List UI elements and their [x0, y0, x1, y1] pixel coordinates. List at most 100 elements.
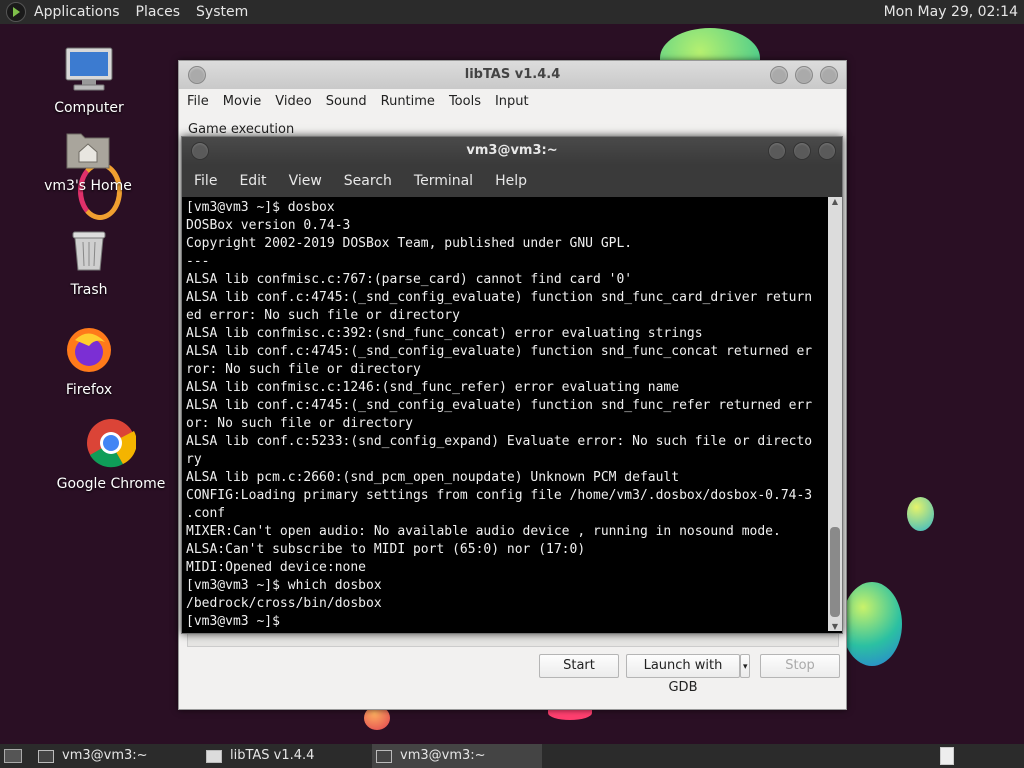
- menu-system[interactable]: System: [196, 4, 248, 20]
- home-folder-icon: [33, 128, 143, 174]
- terminal-line: ALSA lib confmisc.c:392:(snd_func_concat…: [186, 326, 703, 341]
- trash-icon: [34, 228, 144, 278]
- menu-search[interactable]: Search: [344, 173, 392, 189]
- terminal-line: ALSA lib confmisc.c:767:(parse_card) can…: [186, 272, 633, 287]
- chevron-down-icon: ▾: [743, 662, 748, 672]
- terminal-line: ed error: No such file or directory: [186, 308, 460, 323]
- window-menu-button[interactable]: [191, 142, 209, 160]
- desktop-icon-firefox[interactable]: Firefox: [34, 326, 144, 398]
- terminal-line: or: No such file or directory: [186, 416, 413, 431]
- terminal-line: .conf: [186, 506, 226, 521]
- wallpaper-blob: [842, 582, 902, 666]
- terminal-line: ALSA lib pcm.c:2660:(snd_pcm_open_noupda…: [186, 470, 680, 485]
- libtas-input-field: [187, 633, 839, 647]
- terminal-menubar: File Edit View Search Terminal Help: [182, 165, 842, 197]
- menu-terminal[interactable]: Terminal: [414, 173, 473, 189]
- desktop-icon-label: Google Chrome: [56, 476, 166, 492]
- show-desktop-button[interactable]: [4, 744, 22, 768]
- desktop-icon-label: Trash: [70, 282, 108, 298]
- bottom-taskbar: vm3@vm3:~ libTAS v1.4.4 vm3@vm3:~: [0, 744, 1024, 768]
- taskbar-item-label: vm3@vm3:~: [62, 748, 148, 763]
- show-desktop-icon: [4, 749, 22, 763]
- menu-places[interactable]: Places: [136, 4, 181, 20]
- menu-help[interactable]: Help: [495, 173, 527, 189]
- terminal-line: ALSA:Can't subscribe to MIDI port (65:0)…: [186, 542, 586, 557]
- scrollbar-thumb[interactable]: [830, 527, 840, 617]
- taskbar-item-terminal-1[interactable]: vm3@vm3:~: [38, 744, 198, 768]
- menu-video[interactable]: Video: [275, 94, 311, 109]
- maximize-button[interactable]: [793, 142, 811, 160]
- launch-with-gdb-button[interactable]: Launch with GDB: [626, 654, 740, 695]
- menu-runtime[interactable]: Runtime: [381, 94, 435, 109]
- menu-view[interactable]: View: [289, 173, 322, 189]
- terminal-scrollbar[interactable]: ▲ ▼: [828, 197, 842, 631]
- terminal-line: [vm3@vm3 ~]$: [186, 614, 288, 629]
- computer-icon: [34, 46, 144, 96]
- firefox-icon: [34, 326, 144, 378]
- terminal-line: /bedrock/cross/bin/dosbox: [186, 596, 382, 611]
- terminal-line: ALSA lib conf.c:4745:(_snd_config_evalua…: [186, 398, 813, 413]
- applications-logo-icon[interactable]: [6, 2, 26, 22]
- terminal-title: vm3@vm3:~: [466, 143, 558, 158]
- desktop-icon-label: Firefox: [65, 382, 113, 398]
- top-panel: Applications Places System Mon May 29, 0…: [0, 0, 1024, 24]
- terminal-icon: [376, 749, 392, 763]
- desktop-icon-home[interactable]: vm3's Home: [33, 128, 143, 194]
- terminal-output[interactable]: [vm3@vm3 ~]$ dosbox DOSBox version 0.74-3…: [182, 197, 831, 633]
- taskbar-item-label: vm3@vm3:~: [400, 748, 486, 763]
- libtas-title: libTAS v1.4.4: [464, 67, 561, 82]
- desktop-icon-label: vm3's Home: [44, 178, 132, 194]
- terminal-line: ror: No such file or directory: [186, 362, 421, 377]
- stop-button[interactable]: Stop: [760, 654, 840, 678]
- gdb-dropdown-button[interactable]: ▾: [740, 654, 750, 678]
- terminal-line: ry: [186, 452, 202, 467]
- close-button[interactable]: [818, 142, 836, 160]
- taskbar-item-terminal-2[interactable]: vm3@vm3:~: [372, 744, 542, 768]
- execution-buttons: Start Launch with GDB ▾ Stop: [539, 654, 840, 695]
- menu-edit[interactable]: Edit: [239, 173, 266, 189]
- window-icon: [206, 749, 222, 763]
- libtas-titlebar[interactable]: libTAS v1.4.4: [179, 61, 846, 89]
- menu-file[interactable]: File: [194, 173, 217, 189]
- menu-applications[interactable]: Applications: [34, 4, 120, 20]
- scroll-down-arrow-icon[interactable]: ▼: [828, 622, 842, 631]
- taskbar-item-label: libTAS v1.4.4: [230, 748, 315, 763]
- terminal-line: [vm3@vm3 ~]$ which dosbox: [186, 578, 382, 593]
- terminal-line: CONFIG:Loading primary settings from con…: [186, 488, 813, 503]
- maximize-button[interactable]: [795, 66, 813, 84]
- terminal-line: Copyright 2002-2019 DOSBox Team, publish…: [186, 236, 633, 251]
- terminal-line: ALSA lib conf.c:4745:(_snd_config_evalua…: [186, 290, 813, 305]
- terminal-line: ALSA lib confmisc.c:1246:(snd_func_refer…: [186, 380, 680, 395]
- terminal-line: ---: [186, 254, 210, 269]
- game-execution-label: Game execution: [188, 122, 295, 137]
- workspace-icon: [940, 747, 954, 765]
- scroll-up-arrow-icon[interactable]: ▲: [828, 197, 842, 206]
- desktop-icon-trash[interactable]: Trash: [34, 228, 144, 298]
- close-button[interactable]: [820, 66, 838, 84]
- workspace-switcher[interactable]: [940, 744, 954, 768]
- minimize-button[interactable]: [768, 142, 786, 160]
- terminal-icon: [38, 749, 54, 763]
- menu-tools[interactable]: Tools: [449, 94, 481, 109]
- terminal-line: MIDI:Opened device:none: [186, 560, 367, 575]
- terminal-line: DOSBox version 0.74-3: [186, 218, 351, 233]
- clock[interactable]: Mon May 29, 02:14: [884, 0, 1018, 24]
- desktop-icon-chrome[interactable]: Google Chrome: [56, 418, 166, 492]
- desktop-icon-computer[interactable]: Computer: [34, 46, 144, 116]
- window-menu-button[interactable]: [188, 66, 206, 84]
- terminal-titlebar[interactable]: vm3@vm3:~: [182, 137, 842, 165]
- terminal-window: vm3@vm3:~ File Edit View Search Terminal…: [181, 136, 843, 634]
- menu-file[interactable]: File: [187, 94, 209, 109]
- menu-sound[interactable]: Sound: [326, 94, 367, 109]
- taskbar-item-libtas[interactable]: libTAS v1.4.4: [206, 744, 366, 768]
- terminal-line: ALSA lib conf.c:4745:(_snd_config_evalua…: [186, 344, 813, 359]
- start-button[interactable]: Start: [539, 654, 619, 678]
- minimize-button[interactable]: [770, 66, 788, 84]
- desktop-icon-label: Computer: [54, 100, 124, 116]
- terminal-line: MIXER:Can't open audio: No available aud…: [186, 524, 781, 539]
- menu-movie[interactable]: Movie: [223, 94, 261, 109]
- wallpaper-blob: [907, 497, 934, 531]
- terminal-line: [vm3@vm3 ~]$ dosbox: [186, 200, 335, 215]
- menu-input[interactable]: Input: [495, 94, 529, 109]
- chrome-icon: [56, 418, 166, 472]
